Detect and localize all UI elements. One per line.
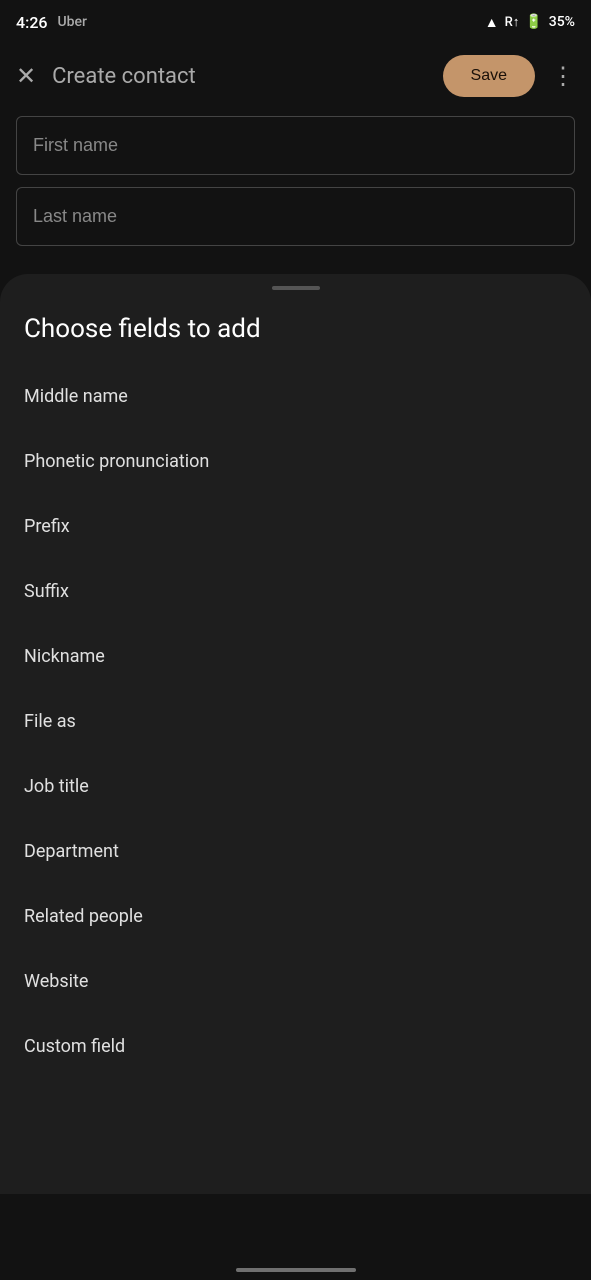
form-area	[0, 108, 591, 274]
field-item-department[interactable]: Department	[0, 819, 591, 884]
field-list: Middle namePhonetic pronunciationPrefixS…	[0, 364, 591, 1079]
status-time: 4:26	[16, 13, 48, 32]
field-item-website[interactable]: Website	[0, 949, 591, 1014]
status-right: ▲ R↑ 🔋 35%	[485, 14, 575, 31]
battery-icon: 🔋	[525, 14, 542, 30]
status-left: 4:26 Uber	[16, 13, 87, 32]
drag-handle	[272, 286, 320, 290]
sheet-title: Choose fields to add	[0, 314, 591, 364]
status-app: Uber	[58, 14, 87, 30]
last-name-input[interactable]	[16, 187, 575, 246]
status-bar: 4:26 Uber ▲ R↑ 🔋 35%	[0, 0, 591, 44]
field-item-file-as[interactable]: File as	[0, 689, 591, 754]
field-item-phonetic-pronunciation[interactable]: Phonetic pronunciation	[0, 429, 591, 494]
field-item-middle-name[interactable]: Middle name	[0, 364, 591, 429]
first-name-input[interactable]	[16, 116, 575, 175]
battery-level: 35%	[549, 14, 575, 30]
save-button[interactable]: Save	[443, 55, 535, 97]
field-item-related-people[interactable]: Related people	[0, 884, 591, 949]
page-title: Create contact	[52, 64, 196, 89]
field-item-job-title[interactable]: Job title	[0, 754, 591, 819]
wifi-icon: ▲	[485, 14, 499, 31]
app-bar: ✕ Create contact Save ⋮	[0, 44, 591, 108]
field-item-suffix[interactable]: Suffix	[0, 559, 591, 624]
field-item-custom-field[interactable]: Custom field	[0, 1014, 591, 1079]
field-item-nickname[interactable]: Nickname	[0, 624, 591, 689]
home-indicator	[236, 1268, 356, 1272]
app-bar-right: Save ⋮	[443, 55, 575, 97]
more-options-icon[interactable]: ⋮	[551, 62, 575, 90]
close-icon[interactable]: ✕	[16, 62, 36, 90]
app-bar-left: ✕ Create contact	[16, 62, 196, 90]
bottom-sheet: Choose fields to add Middle namePhonetic…	[0, 274, 591, 1194]
field-item-prefix[interactable]: Prefix	[0, 494, 591, 559]
signal-icon: R↑	[505, 14, 520, 30]
